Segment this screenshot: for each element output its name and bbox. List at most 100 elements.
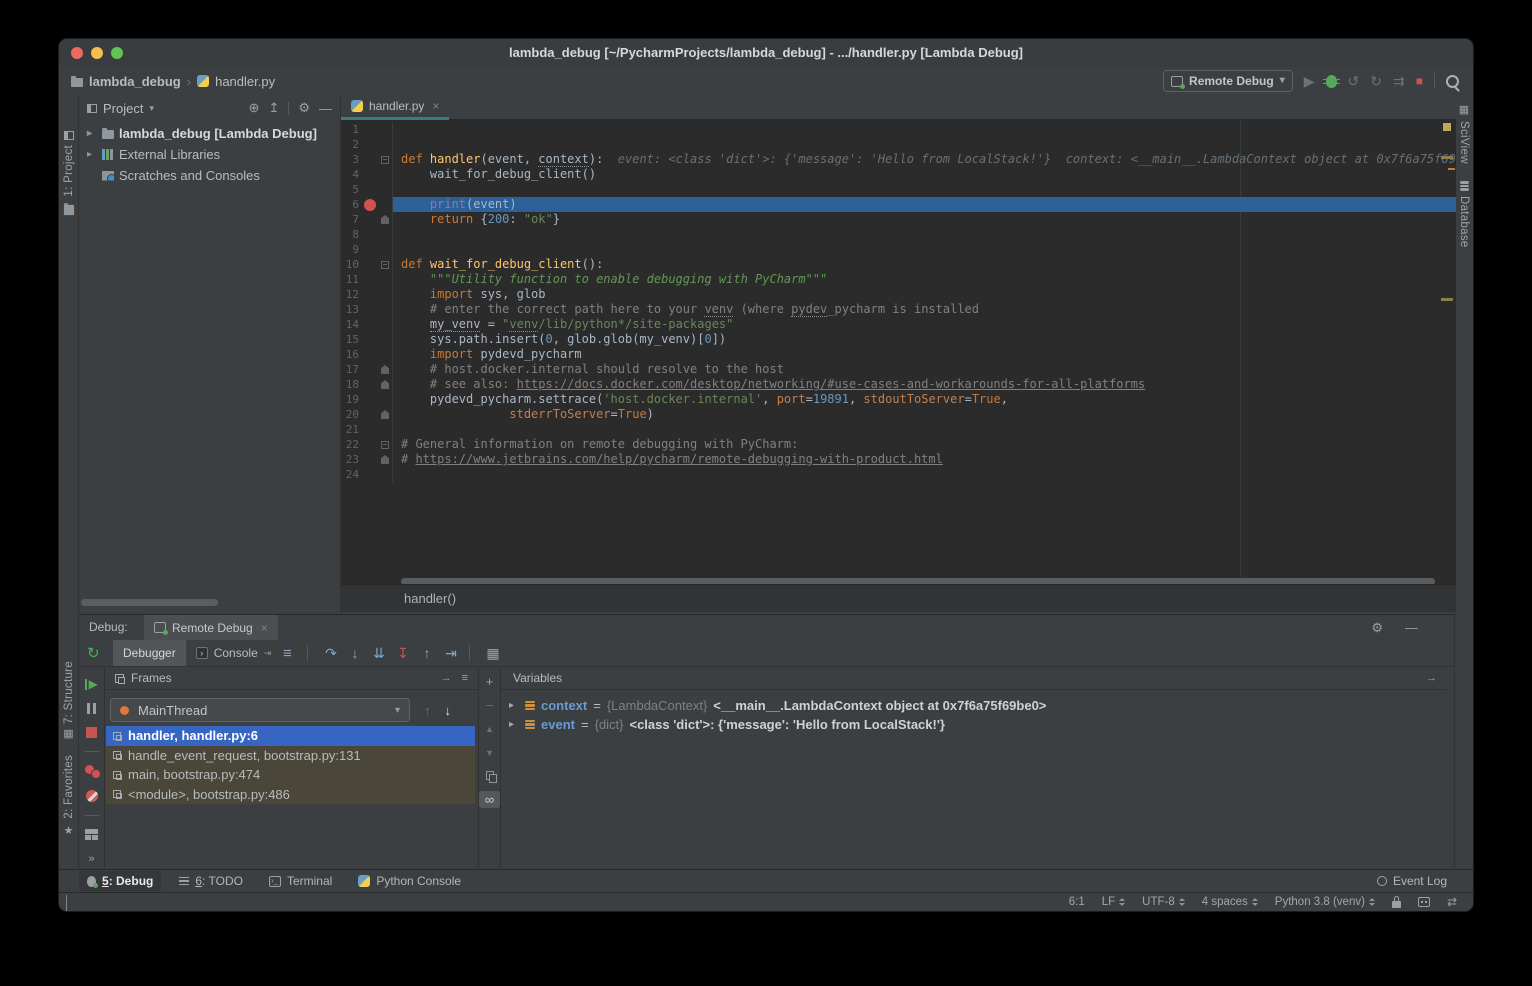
hide-panel-icon[interactable]: — (319, 101, 332, 116)
line-number[interactable]: 22 (341, 437, 359, 452)
previous-frame-button[interactable]: ↑ (424, 703, 431, 718)
code-line[interactable]: 13 # enter the correct path here to your… (341, 302, 1456, 317)
tree-item-project-root[interactable]: ▸ lambda_debug [Lambda Debug] (79, 123, 340, 144)
resume-button[interactable]: ▶ (85, 679, 98, 690)
thread-select[interactable]: MainThread ▾ (110, 698, 410, 722)
restore-layout-button[interactable] (85, 829, 99, 840)
fold-marker-icon[interactable] (381, 441, 389, 449)
rerun-button[interactable]: ↻ (87, 640, 100, 666)
settings-gear-icon[interactable]: ⚙ (1371, 620, 1383, 636)
settings-gear-icon[interactable]: ⚙ (298, 100, 310, 116)
fold-marker-icon[interactable] (381, 410, 389, 419)
view-as-table-icon[interactable]: ▦ (481, 645, 505, 662)
code-line[interactable]: 11 """Utility function to enable debuggi… (341, 272, 1456, 287)
toolbar-tab-python-console[interactable]: Python Console (350, 871, 469, 891)
line-number[interactable]: 13 (341, 302, 359, 317)
step-into-button[interactable]: ↓ (343, 645, 367, 661)
indent-widget[interactable]: 4 spaces (1202, 896, 1258, 908)
step-into-my-code-button[interactable]: ↧ (391, 645, 415, 662)
editor-tab-handler[interactable]: handler.py × (341, 95, 449, 120)
close-tab-icon[interactable]: × (432, 99, 439, 113)
run-to-cursor-button[interactable]: ⇥ (439, 645, 463, 662)
focus-icon[interactable]: → (1426, 672, 1437, 684)
line-number[interactable]: 6 (341, 197, 359, 212)
stop-button[interactable]: ■ (1416, 74, 1423, 88)
tree-item-scratches[interactable]: Scratches and Consoles (79, 165, 340, 186)
code-line[interactable]: 23# https://www.jetbrains.com/help/pycha… (341, 452, 1456, 467)
code-line[interactable]: 9 (341, 242, 1456, 257)
search-everywhere-icon[interactable] (1446, 75, 1459, 88)
code-line[interactable]: 8 (341, 227, 1456, 242)
debug-button[interactable] (1326, 75, 1337, 88)
code-line[interactable]: 10def wait_for_debug_client(): (341, 257, 1456, 272)
mute-breakpoints-button[interactable] (86, 790, 98, 802)
hide-panel-icon[interactable]: — (1405, 620, 1418, 635)
line-number[interactable]: 10 (341, 257, 359, 272)
expand-arrow-icon[interactable]: ▸ (87, 149, 97, 160)
breadcrumb-project[interactable]: lambda_debug (89, 74, 181, 89)
code-line[interactable]: 18 # see also: https://docs.docker.com/d… (341, 377, 1456, 392)
pause-button[interactable] (87, 703, 96, 714)
more-actions-icon[interactable]: » (88, 853, 94, 865)
toolbar-tab-todo[interactable]: 6: TODO (171, 871, 251, 891)
profiler-button[interactable]: ↻ (1370, 74, 1382, 88)
show-watches-toggle[interactable]: ∞ (479, 791, 500, 808)
frames-menu-icon[interactable]: ≡ (462, 672, 468, 684)
line-number[interactable]: 3 (341, 152, 359, 167)
event-log-button[interactable]: Event Log (1377, 870, 1447, 892)
line-number[interactable]: 1 (341, 122, 359, 137)
stripe-sciview-button[interactable]: ▦ SciView (1455, 105, 1473, 164)
stack-frame[interactable]: handler, handler.py:6 (106, 726, 475, 746)
step-out-button[interactable]: ↑ (415, 645, 439, 661)
line-number[interactable]: 14 (341, 317, 359, 332)
code-line[interactable]: 22# General information on remote debugg… (341, 437, 1456, 452)
error-stripe-mark[interactable] (1441, 298, 1453, 301)
line-number[interactable]: 16 (341, 347, 359, 362)
line-number[interactable]: 21 (341, 422, 359, 437)
breadcrumb-file[interactable]: handler.py (215, 74, 275, 89)
line-number[interactable]: 19 (341, 392, 359, 407)
stack-frame[interactable]: handle_event_request, bootstrap.py:131 (106, 746, 475, 766)
line-number[interactable]: 12 (341, 287, 359, 302)
stripe-project-button[interactable]: 1: Project (59, 131, 78, 216)
line-number[interactable]: 24 (341, 467, 359, 482)
remove-watch-icon[interactable]: − (486, 699, 494, 712)
variable-row[interactable]: ▸ event = {dict} <class 'dict'>: {'messa… (501, 715, 1447, 734)
reader-mode-icon[interactable] (1418, 897, 1430, 907)
code-line[interactable]: 6 print(event) (341, 197, 1456, 212)
add-watch-icon[interactable]: + (486, 675, 494, 688)
line-number[interactable]: 5 (341, 182, 359, 197)
debug-session-tab[interactable]: Remote Debug × (144, 615, 278, 640)
code-line[interactable]: 19 pydevd_pycharm.settrace('host.docker.… (341, 392, 1456, 407)
expand-arrow-icon[interactable]: ▸ (509, 719, 519, 730)
project-panel-title[interactable]: Project (103, 101, 143, 116)
line-number[interactable]: 17 (341, 362, 359, 377)
force-step-into-button[interactable]: ⇊ (367, 645, 391, 662)
run-configuration-select[interactable]: Remote Debug ▾ (1163, 70, 1293, 92)
code-line[interactable]: 15 sys.path.insert(0, glob.glob(my_venv)… (341, 332, 1456, 347)
code-line[interactable]: 24 (341, 467, 1456, 482)
code-line[interactable]: 2 (341, 137, 1456, 152)
expand-arrow-icon[interactable]: ▸ (87, 128, 97, 139)
tab-debugger[interactable]: Debugger (113, 640, 186, 666)
stop-button[interactable] (86, 727, 97, 738)
line-number[interactable]: 9 (341, 242, 359, 257)
duplicate-watch-icon[interactable] (486, 771, 494, 780)
code-line[interactable]: 12 import sys, glob (341, 287, 1456, 302)
code-line[interactable]: 14 my_venv = "venv/lib/python*/site-pack… (341, 317, 1456, 332)
fold-marker-icon[interactable] (381, 455, 389, 464)
step-over-button[interactable]: ↷ (319, 645, 343, 662)
interpreter-widget[interactable]: Python 3.8 (venv) (1275, 896, 1375, 908)
code-line[interactable]: 4 wait_for_debug_client() (341, 167, 1456, 182)
error-stripe-square[interactable] (1443, 123, 1451, 131)
breakpoint-icon[interactable] (364, 199, 376, 211)
project-horizontal-scrollbar[interactable] (81, 599, 218, 606)
line-number[interactable]: 20 (341, 407, 359, 422)
unlock-icon[interactable] (1392, 901, 1401, 908)
encoding-widget[interactable]: UTF-8 (1142, 896, 1185, 908)
chevron-down-icon[interactable]: ▾ (149, 103, 154, 114)
focus-icon[interactable]: → (441, 672, 452, 684)
run-button[interactable]: ▶ (1304, 74, 1315, 88)
fold-marker-icon[interactable] (381, 261, 389, 269)
coverage-button[interactable]: ↺ (1348, 74, 1360, 88)
